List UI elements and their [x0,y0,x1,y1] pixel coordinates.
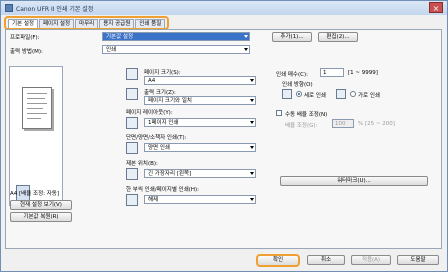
page-size-label: 페이지 크기(S): [144,70,181,76]
tab-bar: 기본 설정 페이지 설정 마무리 용지 공급원 인쇄 품질 [4,16,170,30]
output-size-icon [126,88,138,100]
chevron-down-icon [250,146,254,149]
profile-label: 프로파일(F): [10,35,40,41]
restore-defaults-button[interactable]: 기본값 복원(R) [10,212,72,222]
ok-button[interactable]: 확인 [256,254,300,267]
collate-label: 한 부씩 인쇄/페이지별 인쇄(H): [126,187,200,193]
landscape-icon [336,89,346,99]
print-preview [9,66,63,206]
manual-scale-checkbox[interactable] [276,110,282,116]
portrait-icon [282,89,292,99]
output-size-value: 페이지 크기와 일치 [148,98,192,104]
output-label: 출력 방법(M): [10,49,43,55]
chevron-down-icon [250,79,254,82]
output-value: 인쇄 [106,47,117,53]
scale-input[interactable]: 100 [332,119,354,128]
chevron-down-icon [244,48,248,51]
binding-icon [126,168,138,180]
tab-finishing[interactable]: 마무리 [75,19,99,28]
profile-select[interactable]: 기본값 설정 [102,32,250,41]
title-bar: Canon UFR II 인쇄 기본 설정 × [1,1,447,15]
profile-value: 기본값 설정 [106,34,134,40]
tab-paper-source[interactable]: 용지 공급원 [99,19,135,28]
cancel-button[interactable]: 취소 [307,255,345,265]
copies-label: 인쇄 매수(C): [276,72,308,78]
binding-value: 긴 가장자리 [왼쪽] [148,171,192,177]
layout-select[interactable]: 1페이지 인쇄 [144,118,256,127]
chevron-down-icon [250,172,254,175]
printer-icon [5,4,13,12]
landscape-label: 가로 인쇄 [358,93,380,99]
scale-range: % [25 ~ 200] [358,121,395,127]
tab-quality[interactable]: 인쇄 품질 [135,19,166,28]
collate-value: 해제 [148,197,159,203]
scale-label: 배율 조정(G): [285,123,318,129]
page-size-icon [126,68,138,80]
chevron-down-icon [244,35,248,38]
output-method-select[interactable]: 인쇄 [102,45,250,54]
window-title: Canon UFR II 인쇄 기본 설정 [16,6,94,13]
watermark-button[interactable]: 워터마크(U)... [280,176,428,186]
collate-select[interactable]: 해제 [144,195,256,204]
apply-button[interactable]: 적용(A) [351,255,391,265]
view-settings-button[interactable]: 현재 설정 보기(V) [10,200,72,210]
collate-icon [126,194,138,206]
landscape-radio[interactable] [350,91,356,97]
orientation-label: 인쇄 방향(O) [282,82,313,88]
layout-value: 1페이지 인쇄 [148,120,179,126]
settings-panel: 프로파일(F): 기본값 설정 추가(1)... 편집(2)... 출력 방법(… [5,29,442,249]
chevron-down-icon [250,99,254,102]
add-profile-button[interactable]: 추가(1)... [272,32,312,42]
duplex-select[interactable]: 양면 인쇄 [144,143,256,152]
output-size-select[interactable]: 페이지 크기와 일치 [144,96,256,105]
duplex-label: 단면/양면/소책자 인쇄(T): [126,135,187,141]
manual-scale-label: 수동 배율 조정(N) [285,112,328,118]
preview-caption: A4 [배율 조정: 자동] [10,191,60,197]
duplex-icon [126,142,138,154]
close-button[interactable]: × [429,2,443,13]
page-size-value: A4 [148,78,156,84]
binding-select[interactable]: 긴 가장자리 [왼쪽] [144,169,256,178]
copies-range: [1 ~ 9999] [348,70,378,76]
help-button[interactable]: 도움말 [397,255,439,265]
portrait-label: 세로 인쇄 [304,93,326,99]
edit-profile-button[interactable]: 편집(2)... [318,32,358,42]
chevron-down-icon [250,121,254,124]
output-size-label: 출력 크기(Z): [144,90,176,96]
binding-label: 제본 위치(B): [126,161,158,167]
duplex-value: 양면 인쇄 [148,145,170,151]
page-size-select[interactable]: A4 [144,76,256,85]
preview-page [22,87,52,129]
layout-icon [126,117,138,129]
tab-page-setup[interactable]: 페이지 설정 [39,19,75,28]
copies-input[interactable]: 1 [320,68,344,77]
portrait-radio[interactable] [296,91,302,97]
print-preferences-window: Canon UFR II 인쇄 기본 설정 × 기본 설정 페이지 설정 마무리… [0,0,448,272]
chevron-down-icon [250,198,254,201]
tab-basic[interactable]: 기본 설정 [8,19,38,28]
layout-label: 페이지 레이아웃(Y): [126,110,173,116]
